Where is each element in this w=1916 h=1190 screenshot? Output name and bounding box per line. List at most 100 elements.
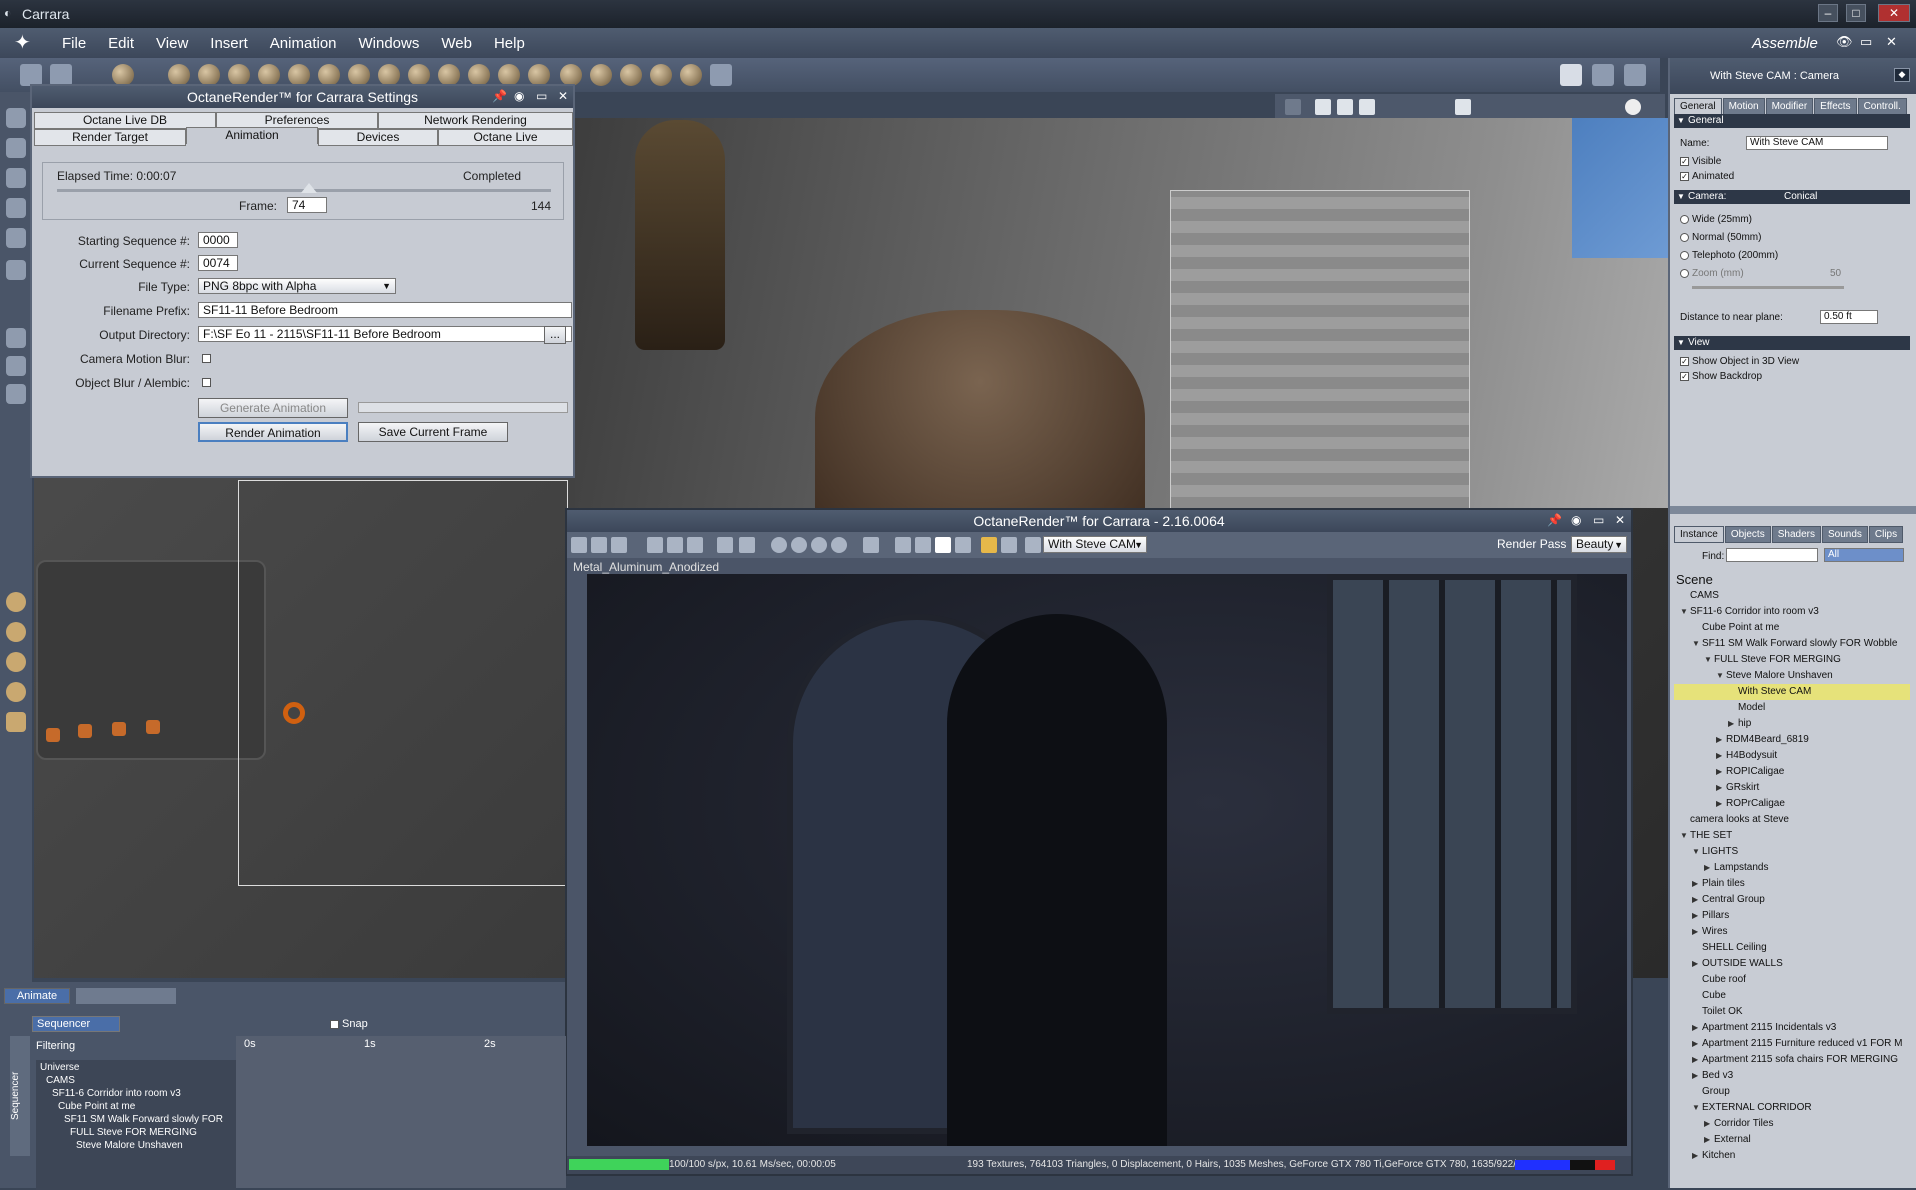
transport-controls[interactable] <box>76 988 176 1004</box>
tab-octane-live[interactable]: Octane Live <box>438 129 573 146</box>
tab-clips[interactable]: Clips <box>1868 526 1904 543</box>
tree-item[interactable]: ▶ Central Group <box>1674 892 1910 908</box>
expand-right-icon[interactable]: ▶ <box>1692 924 1702 940</box>
start-seq-input[interactable]: 0000 <box>198 232 238 248</box>
section-view[interactable]: View <box>1674 336 1910 350</box>
expand-down-icon[interactable]: ▼ <box>1692 636 1702 652</box>
generate-animation-button[interactable]: Generate Animation <box>198 398 348 418</box>
tree-item[interactable]: SHELL Ceiling <box>1674 940 1910 956</box>
expand-right-icon[interactable]: ▶ <box>1692 1068 1702 1084</box>
move-yz-icon[interactable] <box>6 652 26 672</box>
tab-general[interactable]: General <box>1674 98 1722 115</box>
eyedropper-tool-icon[interactable] <box>6 260 26 280</box>
animated-checkbox[interactable]: ✓ <box>1680 171 1689 181</box>
hand-tool-icon[interactable] <box>50 64 72 86</box>
render-animation-button[interactable]: Render Animation <box>198 422 348 442</box>
zoom-tool-icon[interactable] <box>6 384 26 404</box>
bowl-icon[interactable] <box>560 64 582 86</box>
tree-item[interactable]: ▶ Bed v3 <box>1674 1068 1910 1084</box>
group-icon[interactable] <box>650 64 672 86</box>
tree-item[interactable]: ▶ Kitchen <box>1674 1148 1910 1164</box>
tab-motion[interactable]: Motion <box>1722 98 1765 115</box>
expand-down-icon[interactable]: ▼ <box>1680 604 1690 620</box>
tree-item[interactable]: Cube Point at me <box>1674 620 1910 636</box>
tab-render-target[interactable]: Render Target <box>34 129 186 146</box>
menu-file[interactable]: File <box>62 35 86 52</box>
cloud-icon[interactable] <box>438 64 460 86</box>
timeline-row[interactable]: Steve Malore Unshaven <box>76 1138 183 1154</box>
snap-checkbox[interactable]: ✓ <box>330 1019 339 1029</box>
expand-right-icon[interactable]: ▶ <box>1716 748 1726 764</box>
light-icon[interactable] <box>198 64 220 86</box>
quad-view-icon[interactable] <box>1359 99 1375 115</box>
expand-right-icon[interactable]: ▶ <box>1692 956 1702 972</box>
tree-item[interactable]: ▶ GRskirt <box>1674 780 1910 796</box>
tab-objects[interactable]: Objects <box>1724 526 1771 543</box>
expand-right-icon[interactable]: ▶ <box>1692 908 1702 924</box>
tab-devices[interactable]: Devices <box>318 129 438 146</box>
sequencer-side-tab[interactable]: Sequencer <box>10 1036 30 1156</box>
expand-right-icon[interactable]: ▶ <box>1692 876 1702 892</box>
render-camera-icon[interactable] <box>1001 537 1017 553</box>
show-object-checkbox[interactable]: ✓ <box>1680 356 1689 366</box>
panel-splitter[interactable] <box>1670 506 1916 514</box>
tree-item[interactable]: ▼ FULL Steve FOR MERGING <box>1674 652 1910 668</box>
tree-item[interactable]: ▶ Lampstands <box>1674 860 1910 876</box>
vertex-icon[interactable] <box>348 64 370 86</box>
section-camera[interactable]: Camera: Conical <box>1674 190 1910 204</box>
render-focus-icon[interactable] <box>915 537 931 553</box>
render-zoom-icon[interactable] <box>955 537 971 553</box>
expand-right-icon[interactable]: ▶ <box>1704 860 1714 876</box>
expand-right-icon[interactable]: ▶ <box>1692 1148 1702 1164</box>
maximize-button[interactable]: □ <box>1846 4 1866 22</box>
render-sphere-icon[interactable] <box>1625 99 1641 115</box>
expand-down-icon[interactable]: ▼ <box>1704 652 1714 668</box>
render-copy-icon[interactable] <box>647 537 663 553</box>
expand-down-icon[interactable]: ▼ <box>1692 844 1702 860</box>
tab-animation[interactable]: Animation <box>186 127 318 144</box>
render-paste-icon[interactable] <box>667 537 683 553</box>
spline-icon[interactable] <box>408 64 430 86</box>
pen-tool-icon[interactable] <box>20 64 42 86</box>
menu-web[interactable]: Web <box>441 35 472 52</box>
zoom-slider[interactable] <box>1692 286 1844 289</box>
expand-right-icon[interactable]: ▶ <box>1716 796 1726 812</box>
tele-radio[interactable] <box>1680 250 1689 260</box>
expand-right-icon[interactable]: ▶ <box>1692 1052 1702 1068</box>
render-region-icon[interactable] <box>895 537 911 553</box>
expand-down-icon[interactable]: ▼ <box>1680 828 1690 844</box>
menu-windows[interactable]: Windows <box>359 35 420 52</box>
tree-item[interactable]: Model <box>1674 700 1910 716</box>
tree-item[interactable]: ▶ RDM4Beard_6819 <box>1674 732 1910 748</box>
undo-icon[interactable] <box>981 537 997 553</box>
find-input[interactable] <box>1726 548 1818 562</box>
frame-input[interactable]: 74 <box>287 197 327 213</box>
terrain-icon[interactable] <box>378 64 400 86</box>
autofocus-icon[interactable] <box>935 537 951 553</box>
tree-item[interactable]: ▶ Wires <box>1674 924 1910 940</box>
tree-item[interactable]: ▶ Corridor Tiles <box>1674 1116 1910 1132</box>
tree-item[interactable]: ▶ External <box>1674 1132 1910 1148</box>
pin-icon[interactable] <box>590 64 612 86</box>
outdir-input[interactable]: F:\SF Eo 11 - 2115\SF11-11 Before Bedroo… <box>198 326 572 342</box>
sphere-icon[interactable] <box>168 64 190 86</box>
expand-right-icon[interactable]: ▶ <box>1716 780 1726 796</box>
render-eye-icon[interactable]: ◉ <box>1571 513 1581 527</box>
tree-item[interactable]: Group <box>1674 1084 1910 1100</box>
drop-tool-icon[interactable] <box>112 64 134 86</box>
near-plane-field[interactable]: 0.50 ft <box>1820 310 1878 324</box>
tab-network-rendering[interactable]: Network Rendering <box>378 112 573 129</box>
pin-icon[interactable]: ◆ <box>1894 68 1910 82</box>
render-export-icon[interactable] <box>611 537 627 553</box>
menu-animation[interactable]: Animation <box>270 35 337 52</box>
tree-item[interactable]: ▶ Pillars <box>1674 908 1910 924</box>
tab-instance[interactable]: Instance <box>1674 526 1724 543</box>
expand-right-icon[interactable]: ▶ <box>1716 732 1726 748</box>
figure-icon[interactable] <box>258 64 280 86</box>
select-tool-icon[interactable] <box>6 108 26 128</box>
move-xz-icon[interactable] <box>6 622 26 642</box>
settings-float-icon[interactable]: ▭ <box>536 89 547 103</box>
dolly-icon[interactable] <box>6 712 26 732</box>
cam-blur-checkbox[interactable] <box>202 354 211 363</box>
globe-icon[interactable] <box>228 64 250 86</box>
